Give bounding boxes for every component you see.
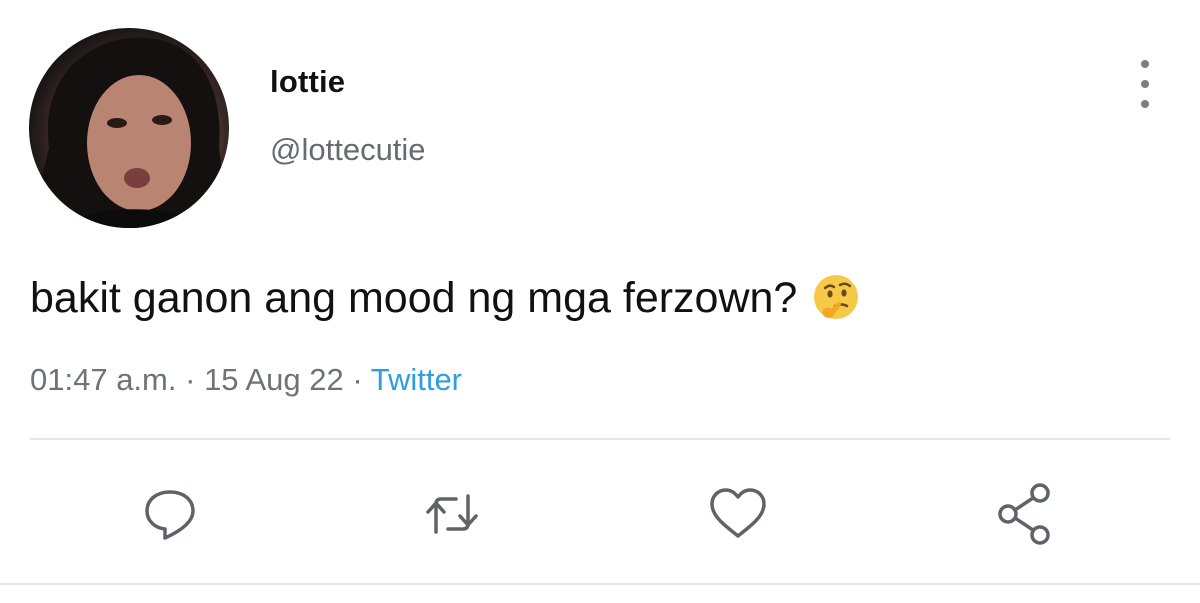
reply-button[interactable] <box>134 478 206 550</box>
tweet-meta: 01:47 a.m. · 15 Aug 22 · Twitter <box>30 362 462 398</box>
divider <box>30 438 1170 440</box>
tweet-time: 01:47 a.m. <box>30 362 177 397</box>
more-dot-icon <box>1141 100 1149 108</box>
retweet-icon <box>426 494 478 534</box>
user-handle[interactable]: @lottecutie <box>270 132 426 168</box>
avatar[interactable] <box>29 28 229 228</box>
more-options-button[interactable] <box>1125 60 1165 108</box>
thinking-face-icon <box>811 273 861 323</box>
like-button[interactable] <box>702 478 774 550</box>
more-dot-icon <box>1141 80 1149 88</box>
tweet-body: bakit ganon ang mood ng mga ferzown? <box>30 273 861 323</box>
display-name[interactable]: lottie <box>270 64 345 100</box>
tweet-date: 15 Aug 22 <box>204 362 344 397</box>
tweet-card: lottie @lottecutie bakit ganon ang mood … <box>0 0 1200 603</box>
action-bar <box>0 478 1200 550</box>
reply-icon <box>145 490 195 540</box>
retweet-button[interactable] <box>416 478 488 550</box>
share-icon <box>998 483 1050 545</box>
avatar-photo <box>29 37 229 228</box>
meta-separator: · <box>185 362 196 397</box>
meta-separator: · <box>352 362 363 397</box>
more-dot-icon <box>1141 60 1149 68</box>
share-button[interactable] <box>988 478 1060 550</box>
heart-icon <box>710 488 766 538</box>
tweet-source-link[interactable]: Twitter <box>371 362 462 397</box>
divider <box>0 583 1200 585</box>
tweet-text: bakit ganon ang mood ng mga ferzown? <box>30 273 798 322</box>
